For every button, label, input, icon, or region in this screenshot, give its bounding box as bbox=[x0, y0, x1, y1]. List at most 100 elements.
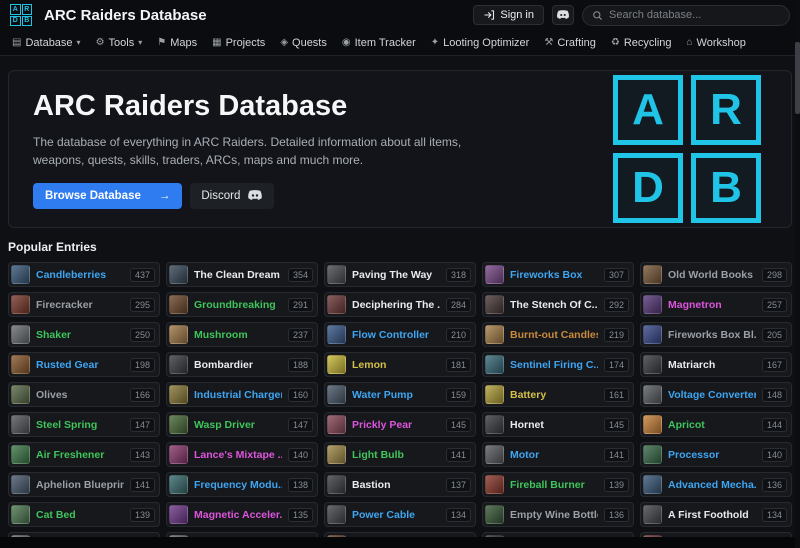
nav-item-item-tracker[interactable]: ◉ Item Tracker bbox=[342, 37, 416, 49]
popular-entry-card[interactable]: The Stench Of C... 292 bbox=[482, 292, 634, 317]
popular-entry-card[interactable]: Sentinel Firing C... 174 bbox=[482, 352, 634, 377]
popular-entry-card[interactable]: Processor 140 bbox=[640, 442, 792, 467]
site-title[interactable]: ARC Raiders Database bbox=[44, 7, 207, 24]
popular-entry-card[interactable]: Matriarch 167 bbox=[640, 352, 792, 377]
nav-item-label: Database bbox=[25, 37, 72, 49]
scrollbar-track[interactable] bbox=[795, 0, 800, 548]
logo-letter: R bbox=[691, 75, 761, 145]
popular-entry-card[interactable]: Paving The Way 318 bbox=[324, 262, 476, 287]
item-thumbnail bbox=[169, 415, 188, 434]
sign-in-label: Sign in bbox=[500, 9, 534, 21]
popular-entry-card[interactable]: The Clean Dream 354 bbox=[166, 262, 318, 287]
item-count-badge: 140 bbox=[288, 448, 313, 462]
arrow-right-icon: → bbox=[159, 190, 171, 202]
popular-entry-card[interactable]: Aphelion Blueprint 141 bbox=[8, 472, 160, 497]
popular-entry-card[interactable]: Light Bulb 141 bbox=[324, 442, 476, 467]
nav-item-maps[interactable]: ⚑ Maps bbox=[157, 37, 197, 49]
popular-entry-card[interactable]: Prickly Pear 145 bbox=[324, 412, 476, 437]
popular-entry-card[interactable]: Lance's Mixtape ... 140 bbox=[166, 442, 318, 467]
popular-entry-card[interactable]: Flow Controller 210 bbox=[324, 322, 476, 347]
popular-entry-card[interactable]: Fireworks Box 307 bbox=[482, 262, 634, 287]
crafting-icon: ⚒ bbox=[544, 37, 553, 48]
popular-entry-card[interactable]: Mushroom 237 bbox=[166, 322, 318, 347]
item-count-badge: 147 bbox=[130, 418, 155, 432]
popular-entry-card[interactable]: Rusted Gear 198 bbox=[8, 352, 160, 377]
nav-item-tools[interactable]: ⚙ Tools ▾ bbox=[96, 37, 143, 49]
item-thumbnail bbox=[169, 505, 188, 524]
looting-optimizer-icon: ✦ bbox=[431, 37, 439, 48]
popular-entry-card[interactable]: A First Foothold 134 bbox=[640, 502, 792, 527]
caret-down-icon: ▾ bbox=[138, 38, 142, 47]
sign-in-button[interactable]: Sign in bbox=[473, 5, 544, 25]
popular-entry-card[interactable]: Air Freshener 143 bbox=[8, 442, 160, 467]
hero-content: ARC Raiders Database The database of eve… bbox=[33, 90, 473, 209]
popular-entry-card[interactable]: Groundbreaking 291 bbox=[166, 292, 318, 317]
nav-item-crafting[interactable]: ⚒ Crafting bbox=[544, 37, 596, 49]
popular-entry-card[interactable]: Water Pump 159 bbox=[324, 382, 476, 407]
popular-entry-card[interactable]: Battery 161 bbox=[482, 382, 634, 407]
popular-section: Popular Entries Candleberries 437 Firecr… bbox=[8, 240, 792, 548]
popular-entry-card[interactable]: Bombardier 188 bbox=[166, 352, 318, 377]
popular-entry-card[interactable]: Steel Spring 147 bbox=[8, 412, 160, 437]
item-name: Candleberries bbox=[36, 269, 124, 281]
popular-entry-card[interactable]: Candleberries 437 bbox=[8, 262, 160, 287]
nav-item-database[interactable]: ▤ Database ▾ bbox=[12, 37, 81, 49]
popular-entry-card[interactable]: Motor 141 bbox=[482, 442, 634, 467]
popular-entry-card[interactable]: Power Cable 134 bbox=[324, 502, 476, 527]
popular-entry-card[interactable]: Advanced Mecha... 136 bbox=[640, 472, 792, 497]
popular-entry-card[interactable]: Burnt-out Candles 219 bbox=[482, 322, 634, 347]
item-count-badge: 138 bbox=[288, 478, 313, 492]
popular-entry-card[interactable]: Voltage Converter 148 bbox=[640, 382, 792, 407]
nav-item-workshop[interactable]: ⌂ Workshop bbox=[687, 37, 746, 49]
search-input[interactable] bbox=[609, 9, 780, 21]
item-thumbnail bbox=[643, 385, 662, 404]
item-thumbnail bbox=[485, 265, 504, 284]
popular-entry-card[interactable]: Fireworks Box Bl... 205 bbox=[640, 322, 792, 347]
popular-entry-card[interactable]: Cat Bed 139 bbox=[8, 502, 160, 527]
item-name: Air Freshener bbox=[36, 449, 124, 461]
scrollbar-thumb[interactable] bbox=[795, 42, 800, 114]
item-count-badge: 141 bbox=[604, 448, 629, 462]
popular-entry-card[interactable]: Lemon 181 bbox=[324, 352, 476, 377]
browse-database-button[interactable]: Browse Database → bbox=[33, 183, 182, 209]
popular-entry-card[interactable]: Deciphering The ... 284 bbox=[324, 292, 476, 317]
discord-hero-label: Discord bbox=[201, 190, 240, 202]
item-thumbnail bbox=[485, 415, 504, 434]
site-logo[interactable]: A R D B bbox=[10, 4, 32, 26]
item-name: Fireworks Box Bl... bbox=[668, 329, 756, 341]
popular-entry-card[interactable]: Old World Books 298 bbox=[640, 262, 792, 287]
item-name: Steel Spring bbox=[36, 419, 124, 431]
popular-entry-card[interactable]: Industrial Charger 160 bbox=[166, 382, 318, 407]
discord-icon bbox=[247, 190, 263, 201]
popular-entry-card[interactable]: Wasp Driver 147 bbox=[166, 412, 318, 437]
nav-item-looting-optimizer[interactable]: ✦ Looting Optimizer bbox=[431, 37, 530, 49]
popular-entry-card[interactable]: Empty Wine Bottle 136 bbox=[482, 502, 634, 527]
popular-entry-card[interactable]: Apricot 144 bbox=[640, 412, 792, 437]
item-thumbnail bbox=[169, 355, 188, 374]
item-count-badge: 134 bbox=[762, 508, 787, 522]
popular-entry-card[interactable]: Firecracker 295 bbox=[8, 292, 160, 317]
nav-item-quests[interactable]: ◈ Quests bbox=[280, 37, 327, 49]
discord-button[interactable] bbox=[552, 5, 574, 25]
popular-entry-card[interactable]: Olives 166 bbox=[8, 382, 160, 407]
popular-entry-card[interactable]: Hornet 145 bbox=[482, 412, 634, 437]
item-thumbnail bbox=[11, 325, 30, 344]
ardb-logo: A R D B bbox=[613, 75, 761, 223]
popular-entry-card[interactable]: Frequency Modu... 138 bbox=[166, 472, 318, 497]
item-name: Industrial Charger bbox=[194, 389, 282, 401]
popular-entry-card[interactable]: Fireball Burner 139 bbox=[482, 472, 634, 497]
logo-letter: D bbox=[10, 16, 21, 27]
popular-entry-card[interactable]: Magnetic Acceler... 135 bbox=[166, 502, 318, 527]
item-count-badge: 148 bbox=[762, 388, 787, 402]
item-count-badge: 136 bbox=[604, 508, 629, 522]
discord-hero-button[interactable]: Discord bbox=[190, 183, 274, 209]
item-count-badge: 181 bbox=[446, 358, 471, 372]
item-name: Magnetic Acceler... bbox=[194, 509, 282, 521]
popular-entry-card[interactable]: Magnetron 257 bbox=[640, 292, 792, 317]
item-count-badge: 292 bbox=[604, 298, 629, 312]
popular-entry-card[interactable]: Shaker 250 bbox=[8, 322, 160, 347]
nav-item-projects[interactable]: ▦ Projects bbox=[212, 37, 265, 49]
nav-item-recycling[interactable]: ♻ Recycling bbox=[611, 37, 672, 49]
popular-entry-card[interactable]: Bastion 137 bbox=[324, 472, 476, 497]
item-name: Firecracker bbox=[36, 299, 124, 311]
